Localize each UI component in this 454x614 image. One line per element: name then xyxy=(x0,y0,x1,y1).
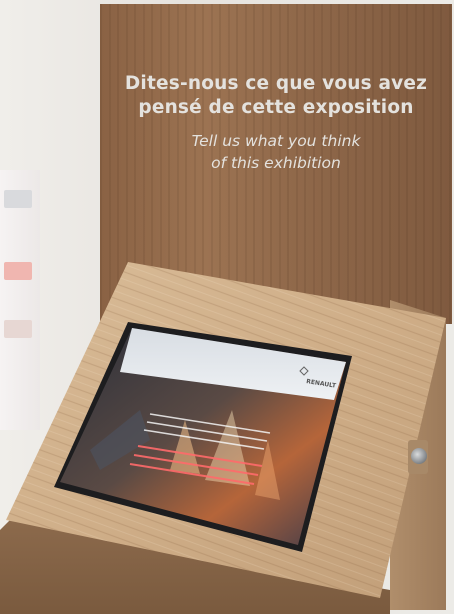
photo-scene: Dites-nous ce que vous avez pensé de cet… xyxy=(0,0,454,614)
kiosk-stand: RENAULT xyxy=(0,262,446,614)
lock-icon[interactable] xyxy=(411,448,427,464)
